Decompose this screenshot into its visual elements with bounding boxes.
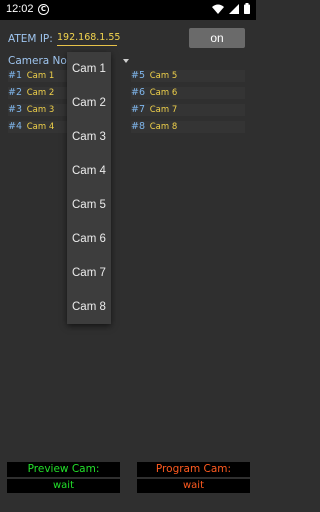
camera-row-8[interactable]: #8 Cam 8 — [131, 121, 245, 133]
atem-ip-label: ATEM IP: — [8, 33, 53, 45]
preview-cam-value: wait — [7, 479, 120, 493]
wifi-icon — [212, 4, 224, 14]
clock: 12:02 — [6, 3, 34, 15]
status-icons — [212, 3, 250, 14]
camera-name: Cam 4 — [26, 122, 55, 132]
program-cam-label: Program Cam: — [137, 462, 250, 477]
camera-row-7[interactable]: #7 Cam 7 — [131, 104, 245, 116]
atem-ip-input[interactable]: 192.168.1.55 — [57, 30, 120, 46]
camera-name: Cam 2 — [26, 88, 55, 98]
dropdown-option-cam-8[interactable]: Cam 8 — [72, 301, 106, 313]
dropdown-option-cam-4[interactable]: Cam 4 — [72, 165, 106, 177]
signal-icon — [229, 3, 239, 14]
preview-cam-label: Preview Cam: — [7, 462, 120, 477]
camera-number-label: Camera No. — [8, 55, 70, 67]
camera-row-2[interactable]: #2 Cam 2 — [8, 87, 68, 99]
camera-row-4[interactable]: #4 Cam 4 — [8, 121, 68, 133]
camera-number: #1 — [8, 70, 23, 81]
dropdown-option-cam-2[interactable]: Cam 2 — [72, 97, 106, 109]
dropdown-option-cam-7[interactable]: Cam 7 — [72, 267, 106, 279]
status-bar: 12:02 C — [0, 0, 256, 20]
camera-name: Cam 1 — [26, 71, 55, 81]
camera-row-5[interactable]: #5 Cam 5 — [131, 70, 245, 82]
camera-name: Cam 3 — [26, 105, 55, 115]
app-notification-icon: C — [38, 4, 49, 15]
camera-dropdown-menu: Cam 1 Cam 2 Cam 3 Cam 4 Cam 5 Cam 6 Cam … — [67, 52, 111, 324]
camera-name: Cam 8 — [149, 122, 178, 132]
camera-number: #8 — [131, 121, 146, 132]
camera-number: #6 — [131, 87, 146, 98]
camera-name: Cam 6 — [149, 88, 178, 98]
camera-row-1[interactable]: #1 Cam 1 — [8, 70, 68, 82]
dropdown-arrow-icon[interactable] — [123, 59, 129, 63]
camera-number: #2 — [8, 87, 23, 98]
dropdown-option-cam-1[interactable]: Cam 1 — [72, 63, 106, 75]
camera-name: Cam 7 — [149, 105, 178, 115]
dropdown-option-cam-3[interactable]: Cam 3 — [72, 131, 106, 143]
on-button[interactable]: on — [189, 28, 245, 48]
camera-number: #5 — [131, 70, 146, 81]
camera-row-3[interactable]: #3 Cam 3 — [8, 104, 68, 116]
dropdown-option-cam-5[interactable]: Cam 5 — [72, 199, 106, 211]
camera-row-6[interactable]: #6 Cam 6 — [131, 87, 245, 99]
program-cam-value: wait — [137, 479, 250, 493]
dropdown-option-cam-6[interactable]: Cam 6 — [72, 233, 106, 245]
camera-number: #4 — [8, 121, 23, 132]
camera-name: Cam 5 — [149, 71, 178, 81]
camera-number: #3 — [8, 104, 23, 115]
camera-number: #7 — [131, 104, 146, 115]
battery-icon — [244, 3, 250, 14]
